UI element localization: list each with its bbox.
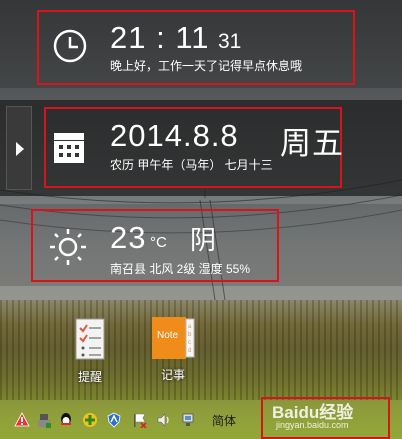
clock-seconds: 31 [218,30,242,53]
clock-greeting: 晚上好，工作一天了记得早点休息哦 [110,59,303,73]
watermark-url: jingyan.baidu.com [276,420,349,430]
calendar-icon [54,133,84,163]
clock-icon [53,29,87,63]
network-icon[interactable] [180,412,196,428]
date-text: 2014.8.8 [110,118,239,153]
lunar-date-text: 农历 甲午年（马年） 七月十三 [110,158,273,172]
security-icon[interactable] [82,412,98,428]
desktop-icon-label: 提醒 [77,370,102,384]
weekday-text: 周五 [280,126,344,161]
temperature-value: 23 [110,220,147,255]
usb-icon[interactable] [36,412,52,428]
svg-text:d: d [188,348,191,354]
desktop-icon-notes[interactable]: abcd Note 记事 [143,316,203,384]
volume-icon[interactable] [156,412,172,428]
sun-icon [50,229,86,265]
chevron-right-icon [16,142,24,156]
svg-text:c: c [188,340,191,346]
weather-details: 南召县 北风 2级 湿度 55% [110,262,251,276]
clock-time: 21 : 11 [110,20,210,55]
desktop-icon-reminder[interactable]: 提醒 [60,318,120,386]
reminder-icon [75,318,105,360]
desktop-icon-label: 记事 [160,368,185,382]
flag-icon[interactable] [132,412,148,428]
qq-icon[interactable] [58,412,74,428]
expand-toggle[interactable] [6,106,32,190]
notes-badge: Note [157,330,179,341]
warning-icon[interactable] [14,412,30,428]
temperature-unit: °C [150,234,167,251]
weather-condition: 阴 [190,225,218,255]
ime-language-label[interactable]: 简体 [212,412,236,429]
shield-icon[interactable] [106,412,122,428]
